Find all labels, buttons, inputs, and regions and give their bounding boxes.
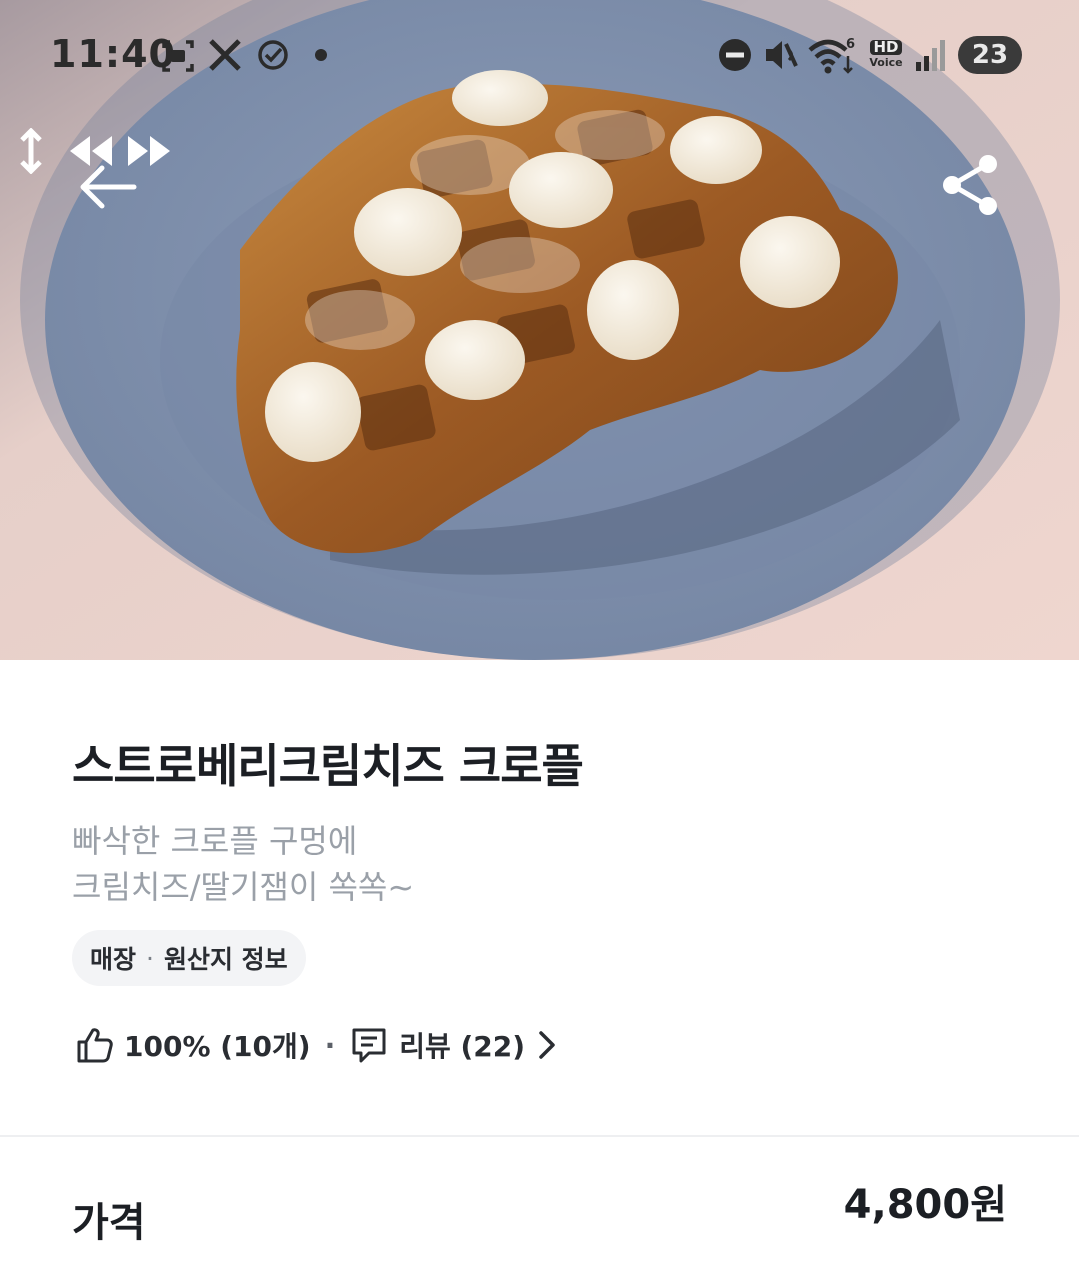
check-circle-icon	[258, 40, 288, 70]
chip-store-label: 매장	[90, 945, 137, 974]
product-description: 빠삭한 크로플 구멍에 크림치즈/딸기잼이 쏙쏙~	[72, 818, 414, 910]
description-line-2: 크림치즈/딸기잼이 쏙쏙~	[72, 868, 415, 906]
wifi-icon: 6	[808, 37, 855, 74]
comment-icon	[352, 1028, 386, 1063]
meta-separator: ·	[324, 1028, 336, 1062]
product-detail-screen: 11:40 6 HD Voice 23 스트로베리크림치즈 크로플 빠삭한 크로…	[0, 0, 1079, 1267]
product-title: 스트로베리크림치즈 크로플	[72, 739, 584, 793]
chip-origin-label: 원산지 정보	[163, 945, 288, 974]
product-photo: 11:40 6 HD Voice 23	[0, 0, 1079, 660]
wifi-badge: 6	[846, 37, 855, 52]
share-icon[interactable]	[940, 152, 1002, 218]
reviews-link[interactable]: 리뷰 (22)	[399, 1025, 525, 1065]
status-bar: 11:40 6 HD Voice 23	[0, 0, 1079, 110]
voice-label: Voice	[869, 56, 903, 69]
battery-icon: 23	[958, 36, 1022, 74]
chip-separator: ·	[146, 943, 154, 973]
price-value: 4,800원	[843, 1182, 1007, 1228]
screenshot-icon	[162, 40, 194, 72]
do-not-disturb-icon	[719, 39, 751, 71]
mute-icon	[766, 41, 798, 69]
store-origin-chip[interactable]: 매장 · 원산지 정보	[72, 930, 306, 986]
product-info: 스트로베리크림치즈 크로플 빠삭한 크로플 구멍에 크림치즈/딸기잼이 쏙쏙~ …	[0, 660, 1079, 1267]
hd-label: HD	[870, 40, 902, 55]
section-divider	[0, 1135, 1079, 1137]
status-clock: 11:40	[50, 32, 176, 76]
thumbs-up-icon	[77, 1028, 113, 1063]
x-logo-icon	[209, 39, 241, 71]
dot-icon	[315, 49, 327, 61]
rating-review-row: 100% (10개) · 리뷰 (22)	[74, 1020, 559, 1070]
description-line-1: 빠삭한 크로플 구멍에	[72, 822, 358, 860]
rating-text: 100% (10개)	[124, 1030, 311, 1063]
price-label: 가격	[72, 1200, 146, 1246]
resize-vertical-icon[interactable]	[16, 128, 46, 174]
back-arrow-icon[interactable]	[78, 162, 138, 212]
hd-voice-icon: HD Voice	[866, 40, 906, 70]
signal-icon	[916, 40, 945, 71]
chevron-right-icon[interactable]	[535, 1028, 559, 1062]
